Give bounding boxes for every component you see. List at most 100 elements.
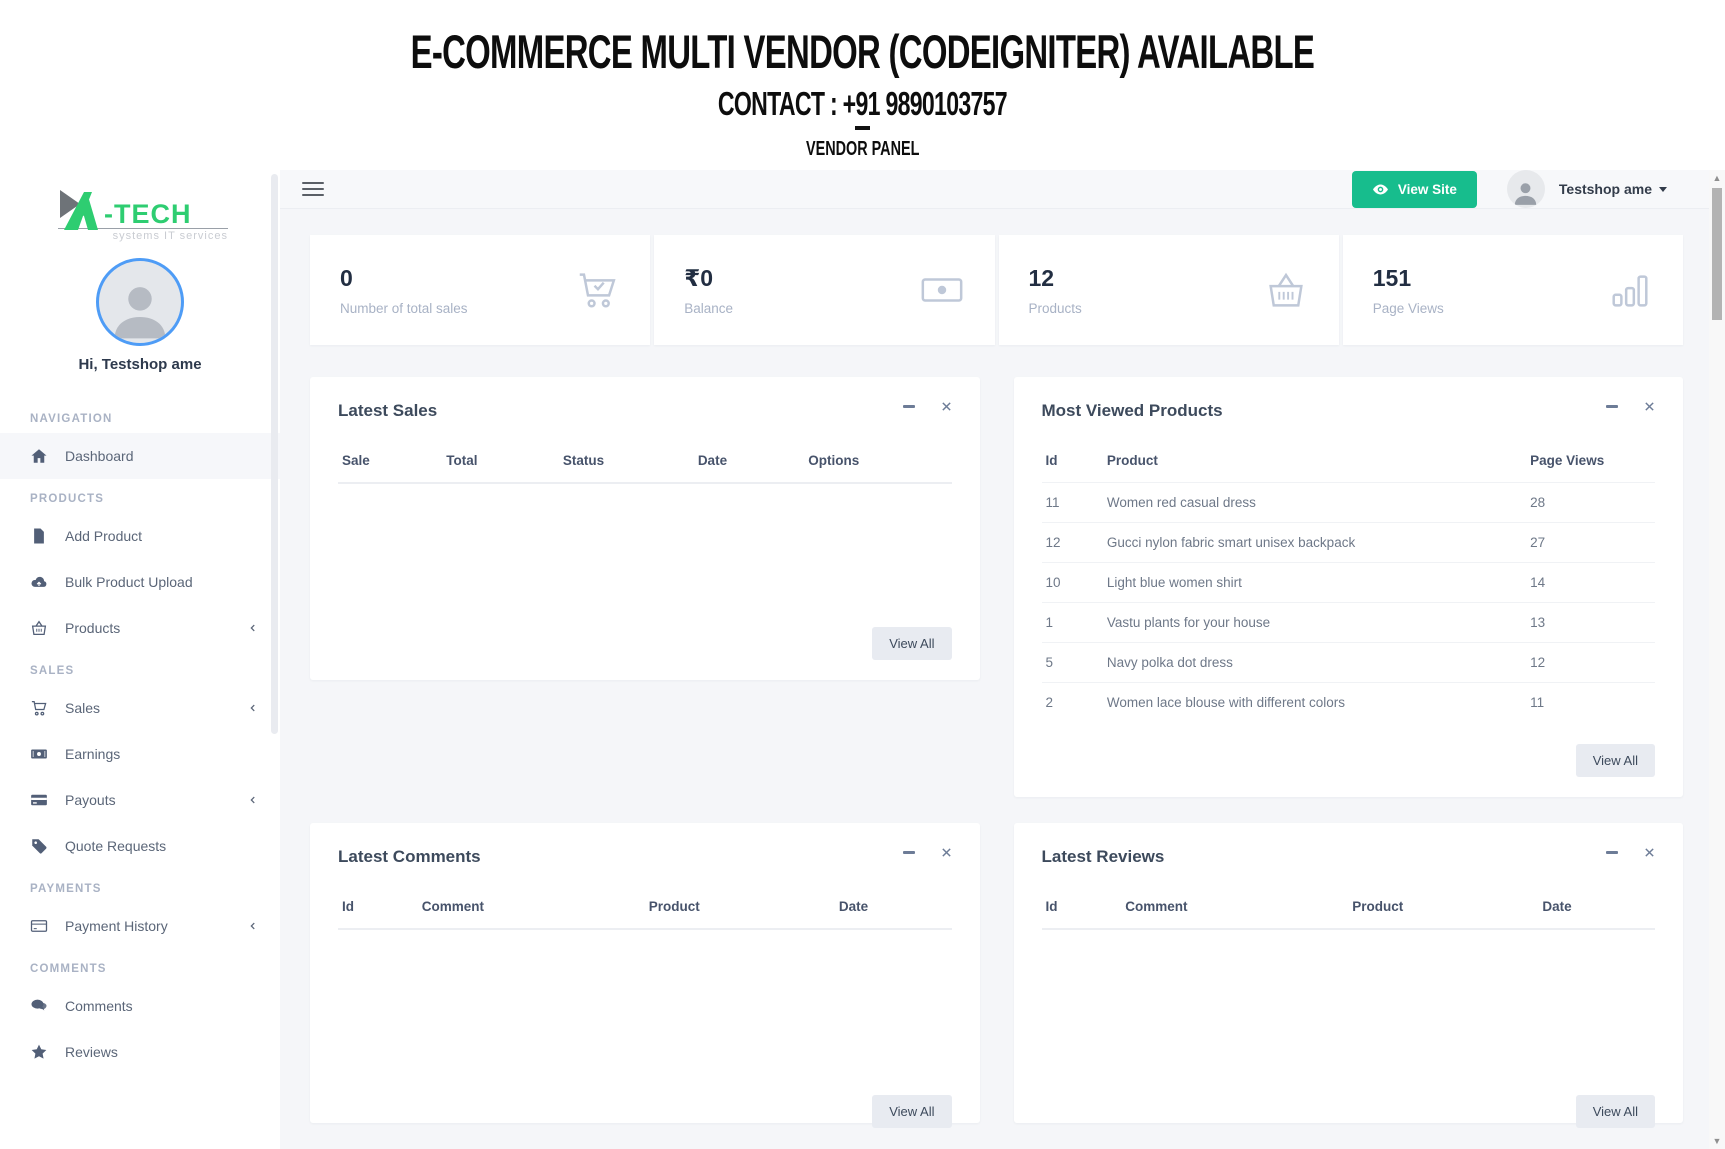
- view-site-label: View Site: [1398, 182, 1457, 197]
- sidebar-scrollbar[interactable]: [271, 174, 278, 734]
- topbar: View Site Testshop ame: [280, 170, 1725, 209]
- view-all-button[interactable]: View All: [1576, 744, 1655, 777]
- stat-label: Page Views: [1373, 301, 1444, 316]
- column-header: Product: [645, 889, 835, 929]
- sidebar-item-label: Dashboard: [65, 448, 134, 464]
- view-site-button[interactable]: View Site: [1352, 171, 1477, 208]
- cart-icon: [30, 699, 48, 717]
- stat-card-total-sales: 0 Number of total sales: [310, 235, 650, 345]
- view-all-button[interactable]: View All: [872, 627, 951, 660]
- announcement-title: E-COMMERCE MULTI VENDOR (CODEIGNITER) AV…: [411, 24, 1315, 79]
- stat-card-products: 12 Products: [999, 235, 1339, 345]
- panel-title: Latest Sales: [338, 401, 437, 421]
- close-icon[interactable]: [1644, 847, 1655, 858]
- sidebar-item-payouts[interactable]: Payouts: [0, 777, 280, 823]
- sidebar-item-add-product[interactable]: Add Product: [0, 513, 280, 559]
- sidebar-item-bulk-product-upload[interactable]: Bulk Product Upload: [0, 559, 280, 605]
- stat-card-page-views: 151 Page Views: [1343, 235, 1683, 345]
- sidebar-item-sales[interactable]: Sales: [0, 685, 280, 731]
- stats-row: 0 Number of total sales ₹0 Balance: [310, 235, 1683, 345]
- minimize-icon[interactable]: [1606, 405, 1618, 408]
- sidebar-item-earnings[interactable]: Earnings: [0, 731, 280, 777]
- table-cell: 5: [1042, 643, 1103, 683]
- empty-table-space: [1042, 929, 1656, 1079]
- latest-reviews-table: IdCommentProductDate: [1042, 889, 1656, 929]
- stat-value: ₹0: [684, 265, 733, 292]
- table-cell: Gucci nylon fabric smart unisex backpack: [1103, 523, 1526, 563]
- vendor-greeting: Hi, Testshop ame: [0, 356, 280, 373]
- person-icon: [1512, 179, 1539, 206]
- close-icon[interactable]: [941, 401, 952, 412]
- user-menu[interactable]: Testshop ame: [1559, 181, 1667, 197]
- sidebar-item-label: Payouts: [65, 792, 116, 808]
- sidebar-item-quote-requests[interactable]: Quote Requests: [0, 823, 280, 869]
- brand-logo: -TECH systems IT services: [58, 186, 228, 242]
- chat-icon: [30, 997, 48, 1015]
- minimize-icon[interactable]: [903, 405, 915, 408]
- home-icon: [30, 447, 48, 465]
- vertical-scrollbar[interactable]: ▲ ▼: [1709, 170, 1725, 1149]
- sidebar-item-products[interactable]: Products: [0, 605, 280, 651]
- column-header: Product: [1103, 443, 1526, 483]
- table-row: 11Women red casual dress28: [1042, 483, 1656, 523]
- scrollbar-thumb[interactable]: [1712, 188, 1722, 320]
- table-cell: 12: [1526, 643, 1655, 683]
- table-cell: 27: [1526, 523, 1655, 563]
- hamburger-menu-icon[interactable]: [302, 178, 324, 200]
- minimize-icon[interactable]: [903, 851, 915, 854]
- view-all-button[interactable]: View All: [872, 1095, 951, 1128]
- sidebar-item-dashboard[interactable]: Dashboard: [0, 433, 280, 479]
- close-icon[interactable]: [941, 847, 952, 858]
- empty-table-space: [338, 483, 952, 611]
- column-header: Total: [442, 443, 559, 483]
- column-header: Date: [694, 443, 804, 483]
- nav-section-navigation: NAVIGATION: [0, 399, 280, 433]
- star-icon: [30, 1043, 48, 1061]
- stat-label: Number of total sales: [340, 301, 468, 316]
- table-row: 2Women lace blouse with different colors…: [1042, 683, 1656, 723]
- user-avatar[interactable]: [1507, 170, 1545, 208]
- column-header: Comment: [1121, 889, 1348, 929]
- panel-title: Most Viewed Products: [1042, 401, 1223, 421]
- latest-comments-table: IdCommentProductDate: [338, 889, 952, 929]
- cash-icon: [919, 267, 965, 313]
- dashboard-content: 0 Number of total sales ₹0 Balance: [280, 209, 1725, 1149]
- close-icon[interactable]: [1644, 401, 1655, 412]
- nav-section-comments: COMMENTS: [0, 949, 280, 983]
- table-cell: Women red casual dress: [1103, 483, 1526, 523]
- column-header: Product: [1348, 889, 1538, 929]
- sidebar: -TECH systems IT services Hi, Testshop a…: [0, 170, 280, 1149]
- sidebar-item-label: Comments: [65, 998, 133, 1014]
- main-area: View Site Testshop ame 0: [280, 170, 1725, 1149]
- brand-tagline: systems IT services: [58, 230, 228, 242]
- credit-card-icon: [30, 791, 48, 809]
- chevron-left-icon: [248, 623, 258, 633]
- credit-card-icon: [30, 917, 48, 935]
- announcement-dash: [855, 126, 870, 130]
- eye-icon: [1372, 181, 1389, 198]
- panel-row-1: Latest Sales SaleTotalStatusDateOptions: [310, 377, 1683, 797]
- announcement-contact: CONTACT : +91 9890103757: [718, 85, 1007, 123]
- file-icon: [30, 527, 48, 545]
- column-header: Comment: [418, 889, 645, 929]
- stat-value: 12: [1029, 265, 1082, 292]
- minimize-icon[interactable]: [1606, 851, 1618, 854]
- scroll-down-icon[interactable]: ▼: [1713, 1133, 1722, 1149]
- view-all-button[interactable]: View All: [1576, 1095, 1655, 1128]
- sidebar-item-comments[interactable]: Comments: [0, 983, 280, 1029]
- sidebar-item-label: Earnings: [65, 746, 120, 762]
- column-header: Id: [1042, 443, 1103, 483]
- stat-value: 151: [1373, 265, 1444, 292]
- money-icon: [30, 745, 48, 763]
- table-row: 1Vastu plants for your house13: [1042, 603, 1656, 643]
- sidebar-item-label: Quote Requests: [65, 838, 166, 854]
- table-cell: 13: [1526, 603, 1655, 643]
- cloud-upload-icon: [30, 573, 48, 591]
- scroll-up-icon[interactable]: ▲: [1713, 170, 1722, 186]
- table-cell: Navy polka dot dress: [1103, 643, 1526, 683]
- latest-comments-panel: Latest Comments IdCommentProductDate: [310, 823, 980, 1123]
- sidebar-item-payment-history[interactable]: Payment History: [0, 903, 280, 949]
- column-header: Date: [835, 889, 952, 929]
- sidebar-item-reviews[interactable]: Reviews: [0, 1029, 280, 1075]
- sidebar-item-label: Add Product: [65, 528, 142, 544]
